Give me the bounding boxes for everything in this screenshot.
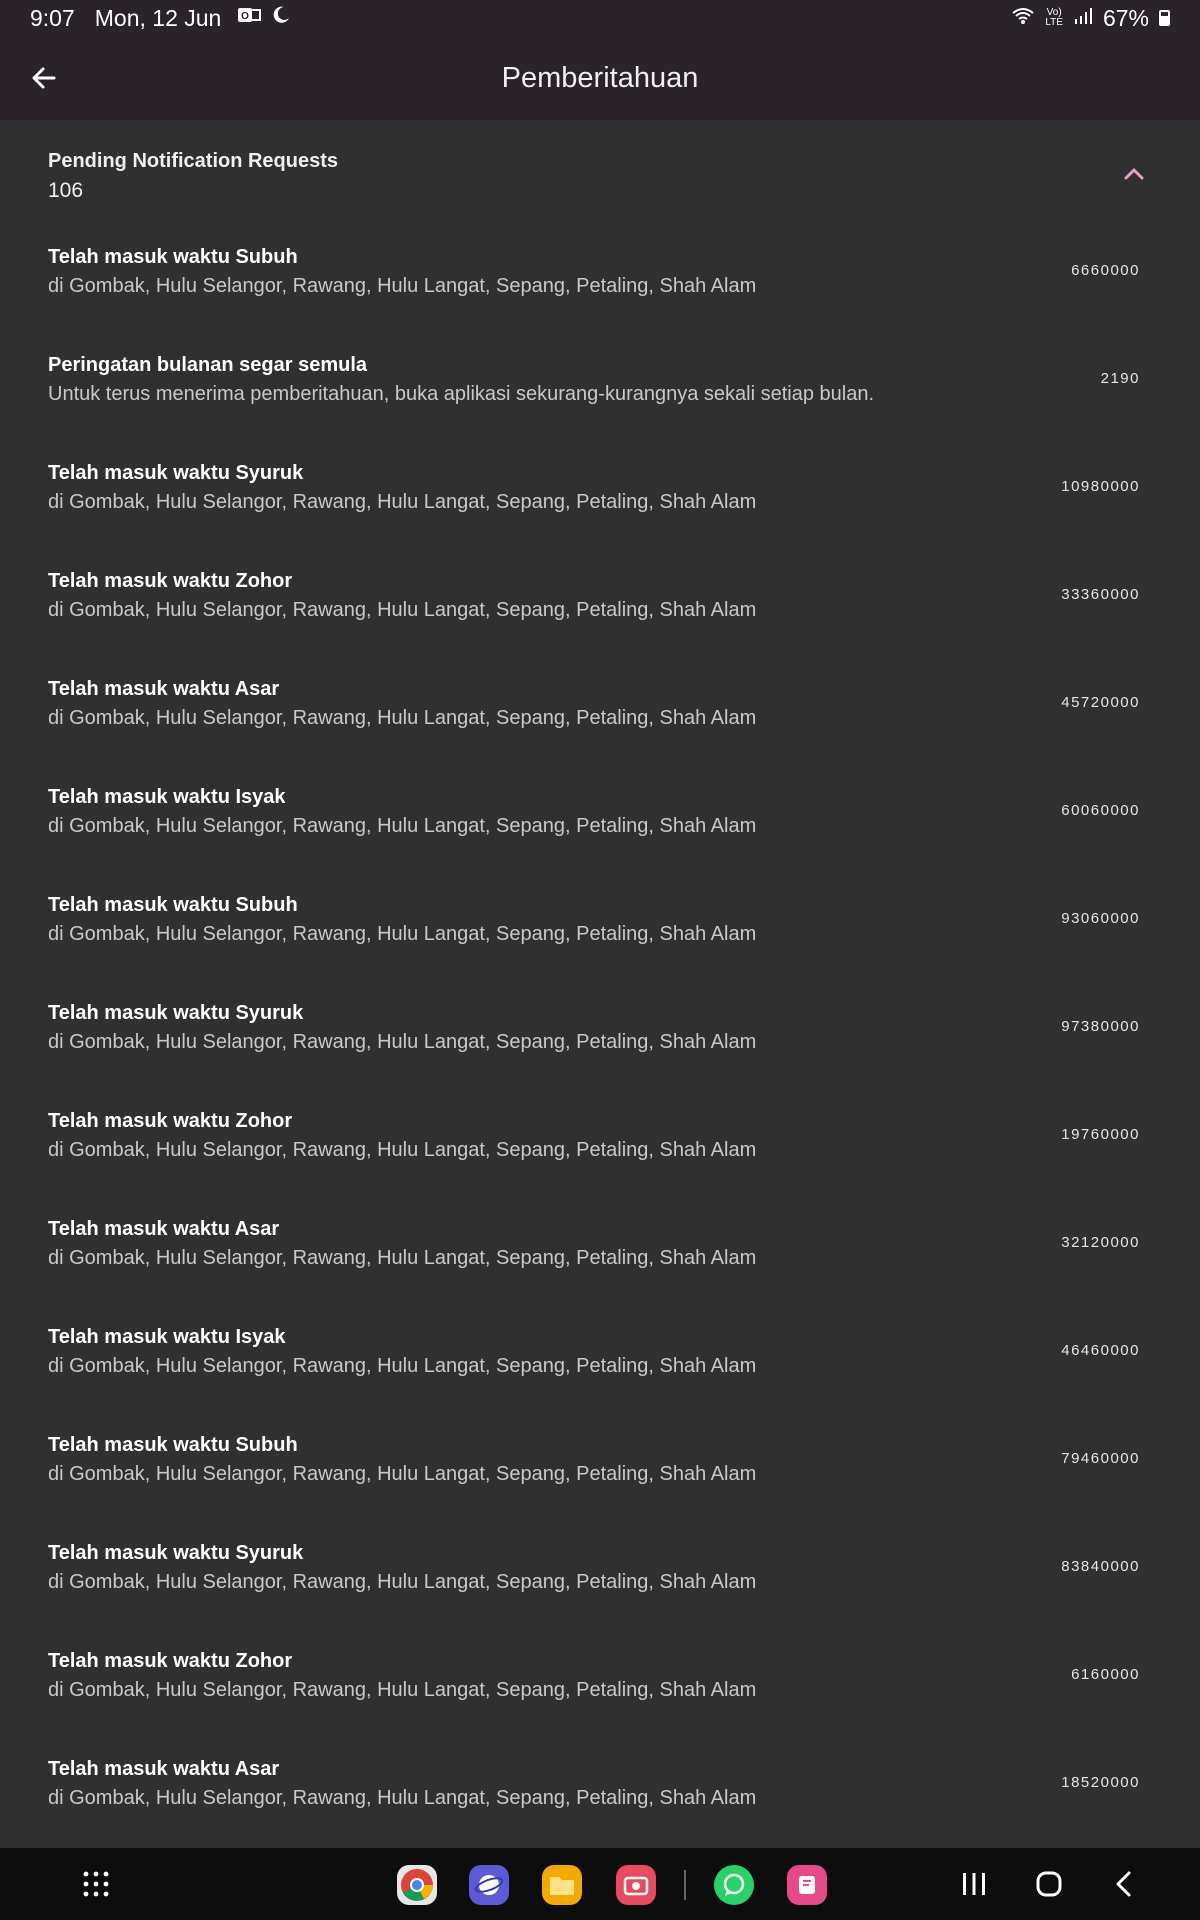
notification-body: Untuk terus menerima pemberitahuan, buka… (48, 383, 875, 405)
svg-text:O: O (241, 11, 249, 22)
pending-label: Pending Notification Requests (48, 150, 339, 172)
page-title: Pemberitahuan (501, 61, 699, 94)
outlook-notification-icon: O (237, 5, 262, 31)
notification-id: 45720000 (1061, 694, 1140, 711)
notification-item[interactable]: Telah masuk waktu Zohor di Gombak, Hulu … (0, 556, 1200, 664)
notification-id: 32120000 (1061, 1234, 1140, 1251)
chrome-icon[interactable] (397, 1865, 437, 1905)
notification-item[interactable]: Telah masuk waktu Syuruk di Gombak, Hulu… (0, 448, 1200, 556)
recent-apps-icon[interactable] (956, 1866, 992, 1902)
notification-id: 2190 (1100, 370, 1140, 387)
notification-body: di Gombak, Hulu Selangor, Rawang, Hulu L… (48, 275, 757, 297)
notification-title: Telah masuk waktu Zohor (48, 1110, 293, 1132)
notification-body: di Gombak, Hulu Selangor, Rawang, Hulu L… (48, 1247, 757, 1269)
notification-body: di Gombak, Hulu Selangor, Rawang, Hulu L… (48, 1463, 757, 1485)
my-files-icon[interactable] (542, 1865, 582, 1905)
samsung-internet-icon[interactable] (469, 1865, 509, 1905)
notification-id: 33360000 (1061, 586, 1140, 603)
notification-item[interactable]: Telah masuk waktu Asar di Gombak, Hulu S… (0, 664, 1200, 772)
notification-id: 10980000 (1061, 478, 1140, 495)
notification-item[interactable]: Telah masuk waktu Subuh di Gombak, Hulu … (0, 880, 1200, 988)
notification-title: Telah masuk waktu Subuh (48, 1434, 298, 1456)
notification-title: Telah masuk waktu Asar (48, 1218, 280, 1240)
notification-body: di Gombak, Hulu Selangor, Rawang, Hulu L… (48, 1139, 757, 1161)
notification-item[interactable]: Telah masuk waktu Syuruk di Gombak, Hulu… (0, 988, 1200, 1096)
status-right-group: Vo) LTE 67% (1011, 5, 1170, 32)
do-not-disturb-moon-icon (271, 5, 291, 31)
notification-body: di Gombak, Hulu Selangor, Rawang, Hulu L… (48, 1355, 757, 1377)
notification-id: 46460000 (1061, 1342, 1140, 1359)
notification-body: di Gombak, Hulu Selangor, Rawang, Hulu L… (48, 599, 757, 621)
notification-item[interactable]: Telah masuk waktu Zohor di Gombak, Hulu … (0, 1636, 1200, 1744)
status-time: 9:07 (30, 4, 75, 31)
chevron-up-icon[interactable] (1118, 158, 1150, 190)
notification-title: Telah masuk waktu Isyak (48, 1326, 286, 1348)
notification-item[interactable]: Telah masuk waktu Subuh di Gombak, Hulu … (0, 232, 1200, 340)
notification-title: Telah masuk waktu Syuruk (48, 1542, 304, 1564)
home-icon[interactable] (1031, 1866, 1067, 1902)
whatsapp-icon[interactable] (714, 1865, 754, 1905)
notification-id: 19760000 (1061, 1126, 1140, 1143)
system-nav-bar (0, 1848, 1200, 1920)
screen-recorder-icon[interactable] (616, 1865, 656, 1905)
notification-item[interactable]: Telah masuk waktu Isyak di Gombak, Hulu … (0, 1312, 1200, 1420)
notification-body: di Gombak, Hulu Selangor, Rawang, Hulu L… (48, 1679, 757, 1701)
notification-body: di Gombak, Hulu Selangor, Rawang, Hulu L… (48, 707, 757, 729)
notification-item[interactable]: Telah masuk waktu Asar di Gombak, Hulu S… (0, 1744, 1200, 1848)
wifi-icon (1011, 5, 1035, 32)
notification-title: Telah masuk waktu Zohor (48, 1650, 293, 1672)
app-drawer-grid-icon[interactable] (78, 1866, 114, 1902)
pending-summary-header[interactable]: Pending Notification Requests 106 (0, 120, 1200, 232)
dock-divider (684, 1870, 686, 1900)
notification-item[interactable]: Telah masuk waktu Zohor di Gombak, Hulu … (0, 1096, 1200, 1204)
notification-id: 83840000 (1061, 1558, 1140, 1575)
notification-body: di Gombak, Hulu Selangor, Rawang, Hulu L… (48, 815, 757, 837)
notification-list-container[interactable]: Pending Notification Requests 106 Telah … (0, 120, 1200, 1848)
notification-id: 6660000 (1071, 262, 1140, 279)
notes-app-icon[interactable] (787, 1865, 827, 1905)
battery-icon (1159, 10, 1170, 26)
notification-body: di Gombak, Hulu Selangor, Rawang, Hulu L… (48, 1031, 757, 1053)
notification-body: di Gombak, Hulu Selangor, Rawang, Hulu L… (48, 923, 757, 945)
notification-title: Telah masuk waktu Asar (48, 678, 280, 700)
volte-lte-icon: Vo) LTE (1045, 7, 1063, 28)
notification-body: di Gombak, Hulu Selangor, Rawang, Hulu L… (48, 1571, 757, 1593)
nav-back-icon[interactable] (1106, 1866, 1142, 1902)
notification-title: Telah masuk waktu Subuh (48, 246, 298, 268)
notification-id: 97380000 (1061, 1018, 1140, 1035)
notification-id: 60060000 (1061, 802, 1140, 819)
status-date: Mon, 12 Jun (94, 4, 222, 31)
notification-item[interactable]: Telah masuk waktu Isyak di Gombak, Hulu … (0, 772, 1200, 880)
notification-item[interactable]: Telah masuk waktu Subuh di Gombak, Hulu … (0, 1420, 1200, 1528)
notification-body: di Gombak, Hulu Selangor, Rawang, Hulu L… (48, 491, 757, 513)
app-bar: Pemberitahuan (0, 36, 1200, 120)
notification-list: Telah masuk waktu Subuh di Gombak, Hulu … (0, 232, 1200, 1848)
notification-title: Peringatan bulanan segar semula (48, 354, 367, 376)
notification-title: Telah masuk waktu Syuruk (48, 1002, 304, 1024)
notification-title: Telah masuk waktu Isyak (48, 786, 286, 808)
signal-strength-icon (1073, 5, 1093, 32)
notification-id: 18520000 (1061, 1774, 1140, 1791)
notification-title: Telah masuk waktu Syuruk (48, 462, 304, 484)
notification-title: Telah masuk waktu Zohor (48, 570, 293, 592)
notification-id: 79460000 (1061, 1450, 1140, 1467)
notification-item[interactable]: Peringatan bulanan segar semula Untuk te… (0, 340, 1200, 448)
status-bar: 9:07 Mon, 12 Jun O Vo) LTE 67% (0, 0, 1200, 36)
notification-id: 93060000 (1061, 910, 1140, 927)
arrow-back-icon[interactable] (24, 58, 64, 98)
notification-body: di Gombak, Hulu Selangor, Rawang, Hulu L… (48, 1787, 757, 1809)
battery-percent: 67% (1102, 4, 1149, 31)
pending-count: 106 (48, 179, 84, 202)
notification-item[interactable]: Telah masuk waktu Asar di Gombak, Hulu S… (0, 1204, 1200, 1312)
notification-item[interactable]: Telah masuk waktu Syuruk di Gombak, Hulu… (0, 1528, 1200, 1636)
notification-id: 6160000 (1071, 1666, 1140, 1683)
notification-title: Telah masuk waktu Asar (48, 1758, 280, 1780)
notification-title: Telah masuk waktu Subuh (48, 894, 298, 916)
